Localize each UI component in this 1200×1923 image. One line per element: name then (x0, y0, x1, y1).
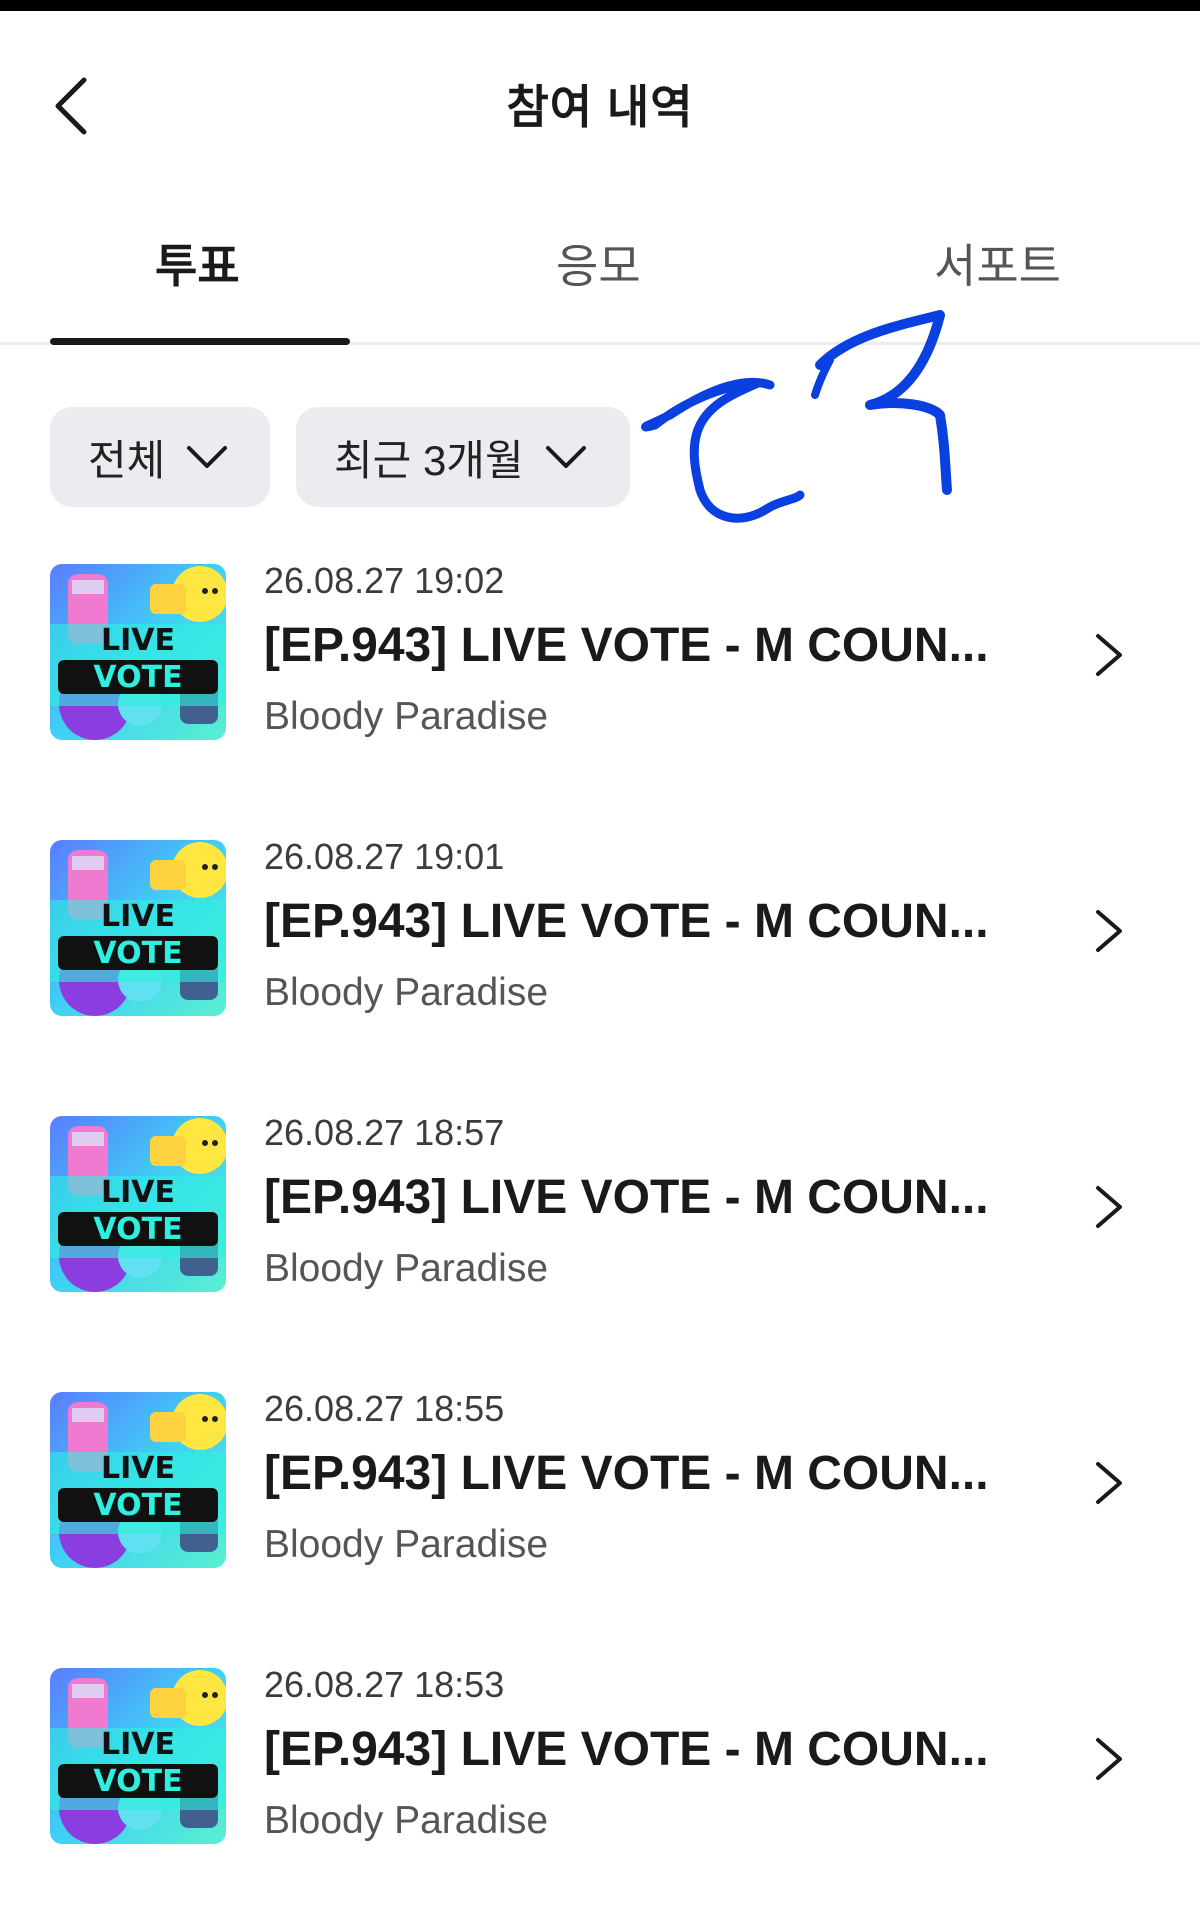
item-artist: Bloody Paradise (264, 695, 549, 738)
item-date: 26.08.27 18:57 (264, 1112, 505, 1153)
active-tab-indicator (50, 338, 350, 345)
thumbnail-line1: LIVE (101, 1727, 175, 1762)
item-title: [EP.943] LIVE VOTE - M COUN... (264, 895, 989, 948)
chevron-right-icon (1096, 1462, 1122, 1504)
tab-entry[interactable]: 응모 (556, 230, 641, 296)
chevron-down-icon (544, 443, 588, 471)
live-vote-thumbnail: LIVE VOTE (50, 1392, 226, 1568)
period-filter-dropdown[interactable]: 최근 3개월 (296, 407, 630, 507)
list-item[interactable]: LIVE VOTE 26.08.27 18:57 [EP.943] LIVE V… (0, 1112, 1200, 1312)
category-filter-dropdown[interactable]: 전체 (50, 407, 270, 507)
item-artist: Bloody Paradise (264, 1799, 549, 1842)
item-artist: Bloody Paradise (264, 971, 549, 1014)
tab-support[interactable]: 서포트 (934, 230, 1061, 296)
page-title: 참여 내역 (506, 81, 694, 133)
item-artist: Bloody Paradise (264, 1523, 549, 1566)
item-title: [EP.943] LIVE VOTE - M COUN... (264, 1171, 989, 1224)
chevron-down-icon (185, 443, 229, 471)
thumbnail-line1: LIVE (101, 1451, 175, 1486)
item-title: [EP.943] LIVE VOTE - M COUN... (264, 619, 989, 672)
status-bar-strip (0, 0, 1200, 11)
item-title: [EP.943] LIVE VOTE - M COUN... (264, 1723, 989, 1776)
item-date: 26.08.27 18:53 (264, 1664, 505, 1705)
live-vote-thumbnail: LIVE VOTE (50, 840, 226, 1016)
item-date: 26.08.27 19:02 (264, 560, 505, 601)
list-item[interactable]: LIVE VOTE 26.08.27 19:01 [EP.943] LIVE V… (0, 836, 1200, 1036)
tab-bar: 투표 응모 서포트 (0, 210, 1200, 345)
thumbnail-line2: VOTE (93, 660, 182, 695)
live-vote-thumbnail: LIVE VOTE (50, 564, 226, 740)
thumbnail-line1: LIVE (101, 623, 175, 658)
list-item[interactable]: LIVE VOTE 26.08.27 18:53 [EP.943] LIVE V… (0, 1664, 1200, 1864)
item-date: 26.08.27 19:01 (264, 836, 505, 877)
period-filter-label: 최근 3개월 (334, 436, 524, 484)
category-filter-label: 전체 (88, 436, 166, 484)
tab-vote[interactable]: 투표 (155, 230, 240, 296)
thumbnail-line1: LIVE (101, 1175, 175, 1210)
list-item[interactable]: LIVE VOTE 26.08.27 19:02 [EP.943] LIVE V… (0, 560, 1200, 760)
item-artist: Bloody Paradise (264, 1247, 549, 1290)
live-vote-thumbnail: LIVE VOTE (50, 1668, 226, 1844)
chevron-right-icon (1096, 910, 1122, 952)
thumbnail-line2: VOTE (93, 1212, 182, 1247)
thumbnail-line2: VOTE (93, 1764, 182, 1799)
item-date: 26.08.27 18:55 (264, 1388, 505, 1429)
live-vote-thumbnail: LIVE VOTE (50, 1116, 226, 1292)
thumbnail-line2: VOTE (93, 936, 182, 971)
list-item[interactable]: LIVE VOTE 26.08.27 18:55 [EP.943] LIVE V… (0, 1388, 1200, 1588)
chevron-right-icon (1096, 634, 1122, 676)
thumbnail-line1: LIVE (101, 899, 175, 934)
chevron-right-icon (1096, 1738, 1122, 1780)
chevron-right-icon (1096, 1186, 1122, 1228)
thumbnail-line2: VOTE (93, 1488, 182, 1523)
header: 참여 내역 (0, 11, 1200, 181)
item-title: [EP.943] LIVE VOTE - M COUN... (264, 1447, 989, 1500)
